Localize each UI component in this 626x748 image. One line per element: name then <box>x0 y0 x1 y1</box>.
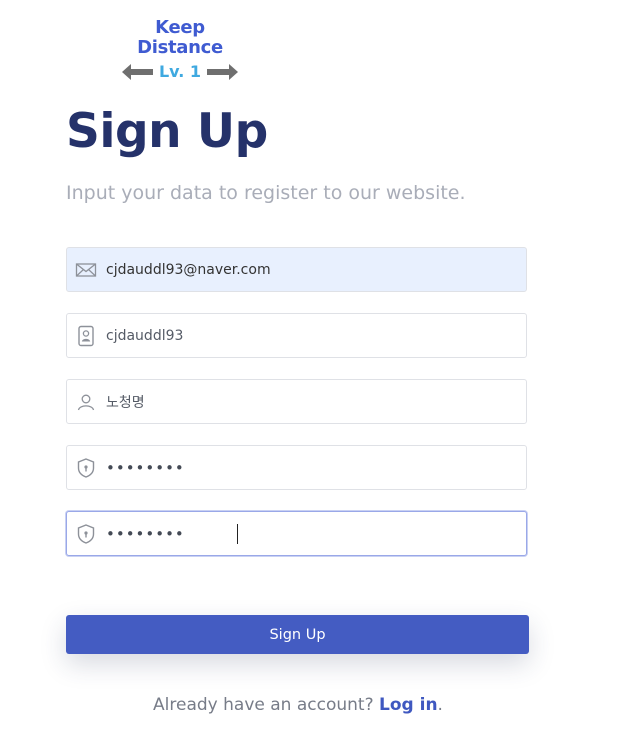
envelope-icon <box>75 263 97 277</box>
id-card-icon <box>78 325 94 347</box>
confirm-password-input[interactable] <box>106 512 518 555</box>
name-field[interactable] <box>66 379 527 424</box>
email-field[interactable] <box>66 247 527 292</box>
text-caret <box>237 524 238 544</box>
login-link[interactable]: Log in <box>379 695 438 715</box>
logo-text-keep: Keep <box>155 17 205 38</box>
signup-page: Keep Distance Lv. 1 Sign Up Input your d… <box>0 0 626 748</box>
name-input[interactable] <box>106 380 518 423</box>
sign-up-button[interactable]: Sign Up <box>66 615 529 654</box>
password-input[interactable] <box>106 446 518 489</box>
page-title: Sign Up <box>66 104 268 159</box>
logo-level-text: Lv. 1 <box>158 62 202 81</box>
logo-text-distance: Distance <box>137 37 223 58</box>
user-id-input[interactable] <box>106 314 518 357</box>
login-prompt: Already have an account? Log in. <box>0 692 596 718</box>
login-prompt-text: Already have an account? <box>153 695 374 715</box>
keep-distance-logo: Keep Distance Lv. 1 <box>122 18 238 86</box>
user-icon <box>77 394 95 411</box>
confirm-password-field[interactable] <box>66 511 527 556</box>
shield-icon <box>77 524 95 544</box>
shield-icon <box>77 458 95 478</box>
page-subtitle: Input your data to register to our websi… <box>66 182 466 204</box>
password-field[interactable] <box>66 445 527 490</box>
arrow-right-icon <box>207 64 238 80</box>
email-input[interactable] <box>106 248 518 291</box>
login-prompt-period: . <box>437 695 443 715</box>
logo-level-row: Lv. 1 <box>122 61 238 83</box>
arrow-left-icon <box>122 64 153 80</box>
user-id-field[interactable] <box>66 313 527 358</box>
